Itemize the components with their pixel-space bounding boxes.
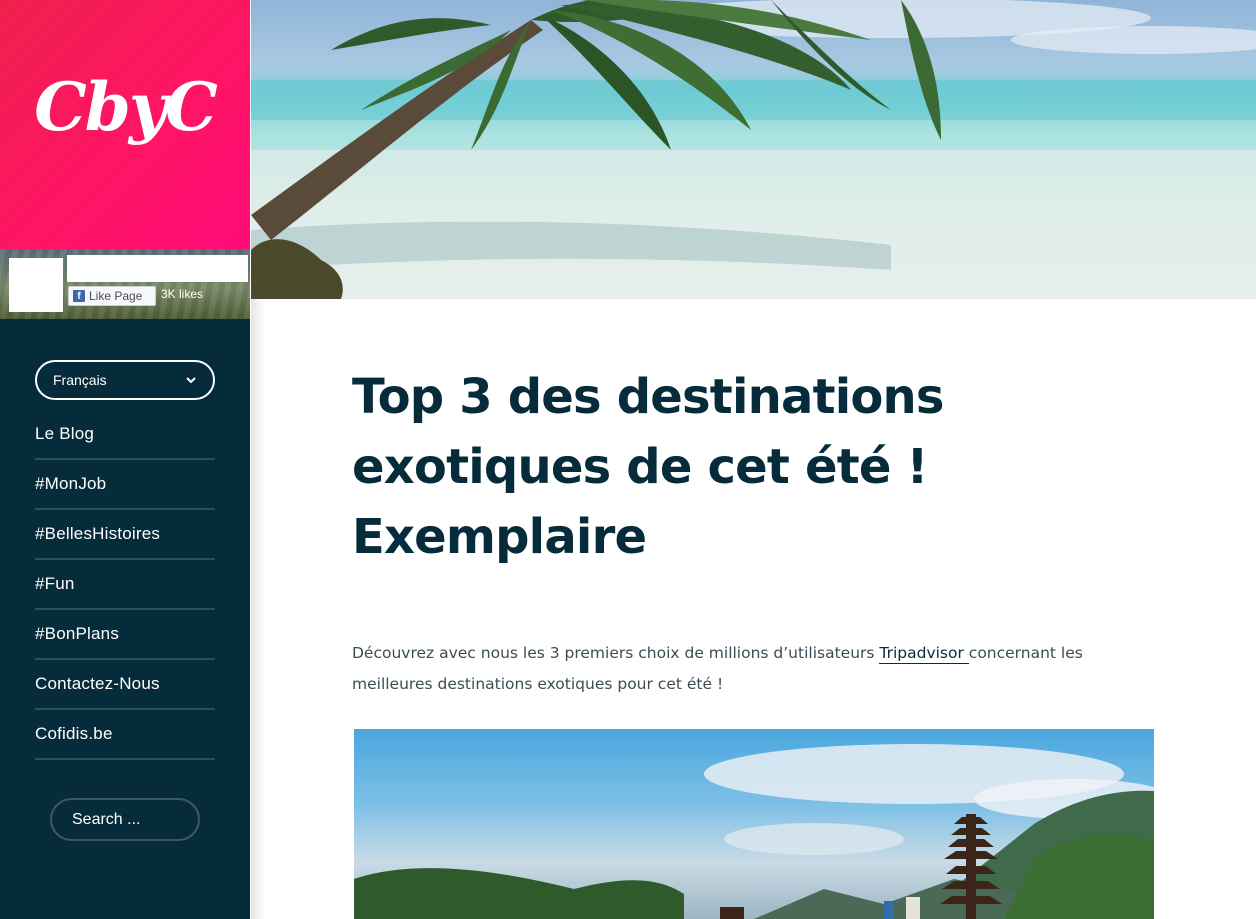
nav-item-cofidis[interactable]: Cofidis.be	[35, 710, 215, 760]
like-page-label: Like Page	[89, 289, 143, 303]
nav-item-contactez-nous[interactable]: Contactez-Nous	[35, 660, 215, 710]
logo-text: CbyC	[34, 68, 218, 146]
hero-beach-illustration	[251, 0, 1256, 299]
nav-item-label: #BellesHistoires	[35, 524, 161, 543]
facebook-page-avatar[interactable]	[9, 258, 63, 312]
facebook-page-widget: f Like Page 3K likes	[0, 249, 250, 319]
temple-landscape-illustration	[354, 744, 1154, 919]
facebook-page-name[interactable]	[67, 255, 248, 282]
article-title-line: Top 3 des destinations	[352, 369, 944, 425]
sidebar: CbyC f Like Page 3K likes Français Le Bl…	[0, 0, 250, 919]
facebook-like-page-button[interactable]: f Like Page	[68, 286, 156, 306]
search-input[interactable]: Search ...	[50, 798, 200, 841]
search-placeholder: Search ...	[72, 810, 141, 828]
nav-item-label: #MonJob	[35, 474, 107, 493]
article-title-line: Exemplaire	[352, 509, 647, 565]
hero-image	[251, 0, 1256, 299]
article-main: Top 3 des destinations exotiques de cet …	[251, 299, 1256, 919]
nav-item-label: #BonPlans	[35, 624, 120, 643]
article-image	[354, 729, 1154, 919]
nav-item-label: #Fun	[35, 574, 75, 593]
nav-item-label: Cofidis.be	[35, 724, 113, 743]
article-title-line: exotiques de cet été !	[352, 439, 928, 495]
tripadvisor-link[interactable]: Tripadvisor	[879, 644, 969, 664]
facebook-likes-count: 3K likes	[161, 287, 204, 301]
nav-item-belleshistoires[interactable]: #BellesHistoires	[35, 510, 215, 560]
article-intro: Découvrez avec nous les 3 premiers choix…	[352, 638, 1132, 700]
nav-item-le-blog[interactable]: Le Blog	[35, 410, 215, 460]
nav-item-label: Le Blog	[35, 424, 95, 443]
nav-item-bonplans[interactable]: #BonPlans	[35, 610, 215, 660]
language-selected-value: Français	[53, 372, 107, 388]
intro-text: Découvrez avec nous les 3 premiers choix…	[352, 644, 880, 662]
language-select[interactable]: Français	[35, 360, 215, 400]
nav-item-fun[interactable]: #Fun	[35, 560, 215, 610]
site-logo[interactable]: CbyC	[0, 0, 250, 249]
sidebar-nav: Le Blog #MonJob #BellesHistoires #Fun #B…	[35, 410, 215, 760]
facebook-icon: f	[73, 290, 85, 302]
nav-item-monjob[interactable]: #MonJob	[35, 460, 215, 510]
article-title: Top 3 des destinations exotiques de cet …	[352, 362, 1052, 572]
chevron-down-icon	[186, 377, 196, 384]
nav-item-label: Contactez-Nous	[35, 674, 160, 693]
